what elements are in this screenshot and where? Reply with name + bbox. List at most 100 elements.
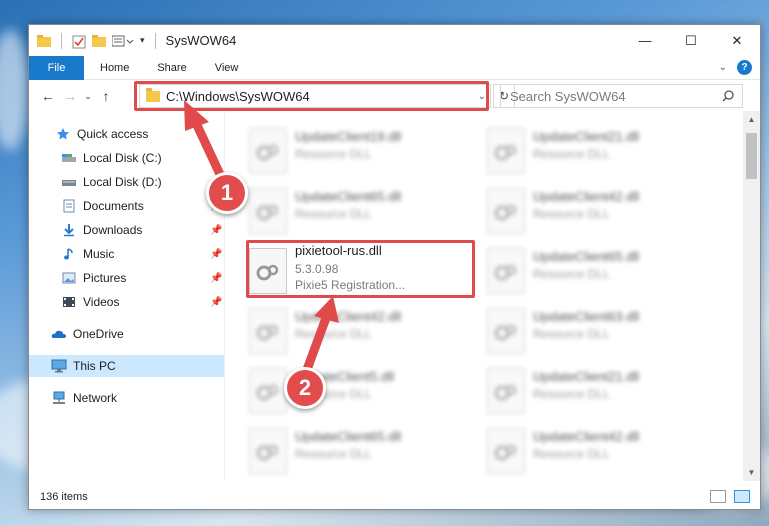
dll-file-icon [249,368,287,414]
sidebar-item-label: Network [73,391,118,405]
file-description: Resource DLL [533,267,610,281]
dll-file-icon [249,128,287,174]
file-item[interactable]: UpdateClient5.dll Resource DLL [225,361,455,421]
recent-locations-icon[interactable]: ⌄ [81,91,95,102]
window-title: SysWOW64 [165,33,237,48]
vertical-scrollbar[interactable]: ▲ ▼ [743,111,760,481]
file-item[interactable]: UpdateClient42.dll Resource DLL [463,181,693,241]
help-icon[interactable]: ? [737,60,752,75]
dll-file-icon [249,428,287,474]
file-description: Resource DLL [533,387,610,401]
file-name: UpdateClient65.dll [295,189,402,204]
pin-icon[interactable]: 📌 [210,225,222,236]
separator [154,32,156,49]
navigation-pane: Quick access Local Disk (C:) Local Disk … [29,117,224,467]
address-bar-highlight [134,81,489,111]
file-item[interactable]: UpdateClient65.dll Resource DLL [225,181,455,241]
dll-file-icon [487,308,525,354]
details-view-icon[interactable] [710,490,726,503]
dll-file-icon [487,428,525,474]
file-item[interactable]: UpdateClient42.dll Resource DLL [225,301,455,361]
status-bar: 136 items [29,485,760,509]
sidebar-item-documents[interactable]: Documents 📌 [29,195,224,217]
sidebar-item-label: Downloads [83,223,143,237]
sidebar-item-label: Pictures [83,271,127,285]
file-name: UpdateClient63.dll [533,309,640,324]
sidebar-item-local-disk-c[interactable]: Local Disk (C:) [29,147,224,169]
search-input[interactable]: Search SysWOW64 [500,84,743,108]
expand-ribbon-icon[interactable]: ⌄ [719,62,727,73]
minimize-button[interactable]: — [622,25,668,56]
music-icon [61,247,77,261]
ribbon-tabs: File Home Share View ⌄ ? [29,55,760,80]
forward-arrow-icon[interactable]: → [59,88,81,104]
tab-share[interactable]: Share [143,62,200,74]
customize-toolbar-icon[interactable] [111,35,134,47]
file-item[interactable]: UpdateClient42.dll Resource DLL [463,421,693,481]
network-icon [51,391,67,405]
file-item[interactable]: UpdateClient65.dll Resource DLL [225,421,455,481]
dll-file-icon [487,248,525,294]
close-button[interactable]: ✕ [714,25,760,56]
scroll-up-icon[interactable]: ▲ [743,111,760,128]
pin-icon[interactable]: 📌 [210,297,222,308]
pin-icon[interactable]: 📌 [210,249,222,260]
file-description: Resource DLL [533,147,610,161]
dll-file-icon [249,188,287,234]
pin-icon[interactable]: 📌 [210,273,222,284]
sidebar-item-onedrive[interactable]: OneDrive [29,323,224,345]
separator [61,32,62,49]
cloud-icon [51,327,67,341]
title-bar: ▾ SysWOW64 — ☐ ✕ [29,25,760,56]
sidebar-item-label: OneDrive [73,327,124,341]
window-controls: — ☐ ✕ [622,25,760,56]
star-icon [55,127,71,141]
tab-view[interactable]: View [201,62,253,74]
pc-icon [51,359,67,373]
file-item[interactable]: UpdateClient21.dll Resource DLL [463,121,693,181]
sidebar-item-pictures[interactable]: Pictures 📌 [29,267,224,289]
file-item[interactable]: UpdateClient65.dll Resource DLL [463,241,693,301]
step-1-badge: 1 [206,172,248,214]
videos-icon [61,295,77,309]
sidebar-item-label: Music [83,247,115,261]
file-name: UpdateClient19.dll [295,129,402,144]
file-highlight [246,240,475,298]
sidebar-item-videos[interactable]: Videos 📌 [29,291,224,313]
step-2-badge: 2 [284,367,326,409]
file-description: Resource DLL [295,447,372,461]
tab-file[interactable]: File [29,55,84,80]
sidebar-item-local-disk-d[interactable]: Local Disk (D:) [29,171,224,193]
up-arrow-icon[interactable]: ↑ [95,88,117,104]
file-description: Resource DLL [295,147,372,161]
file-name: UpdateClient42.dll [533,429,640,444]
scroll-down-icon[interactable]: ▼ [743,464,760,481]
back-arrow-icon[interactable]: ← [37,88,59,104]
properties-icon[interactable] [72,35,86,48]
file-name: UpdateClient42.dll [295,309,402,324]
scrollbar-thumb[interactable] [746,133,757,179]
dropdown-arrow-icon[interactable]: ▾ [140,35,145,46]
sidebar-item-this-pc[interactable]: This PC [29,355,224,377]
sidebar-item-downloads[interactable]: Downloads 📌 [29,219,224,241]
drive-icon [61,175,77,189]
view-toggle [710,490,750,503]
file-item[interactable]: UpdateClient63.dll Resource DLL [463,301,693,361]
sidebar-item-network[interactable]: Network [29,387,224,409]
file-name: UpdateClient42.dll [533,189,640,204]
dll-file-icon [249,308,287,354]
file-name: UpdateClient21.dll [533,369,640,384]
file-item[interactable]: UpdateClient21.dll Resource DLL [463,361,693,421]
new-folder-icon[interactable] [92,34,106,47]
tab-home[interactable]: Home [84,62,143,74]
large-icons-view-icon[interactable] [734,490,750,503]
ribbon-right: ⌄ ? [719,60,752,75]
sidebar-item-label: Videos [83,295,120,309]
drive-icon [61,151,77,165]
sidebar-item-label: Quick access [77,127,149,141]
file-item[interactable]: UpdateClient19.dll Resource DLL [225,121,455,181]
sidebar-item-quick-access[interactable]: Quick access [29,123,224,145]
maximize-button[interactable]: ☐ [668,25,714,56]
sidebar-item-music[interactable]: Music 📌 [29,243,224,265]
file-description: Resource DLL [533,327,610,341]
